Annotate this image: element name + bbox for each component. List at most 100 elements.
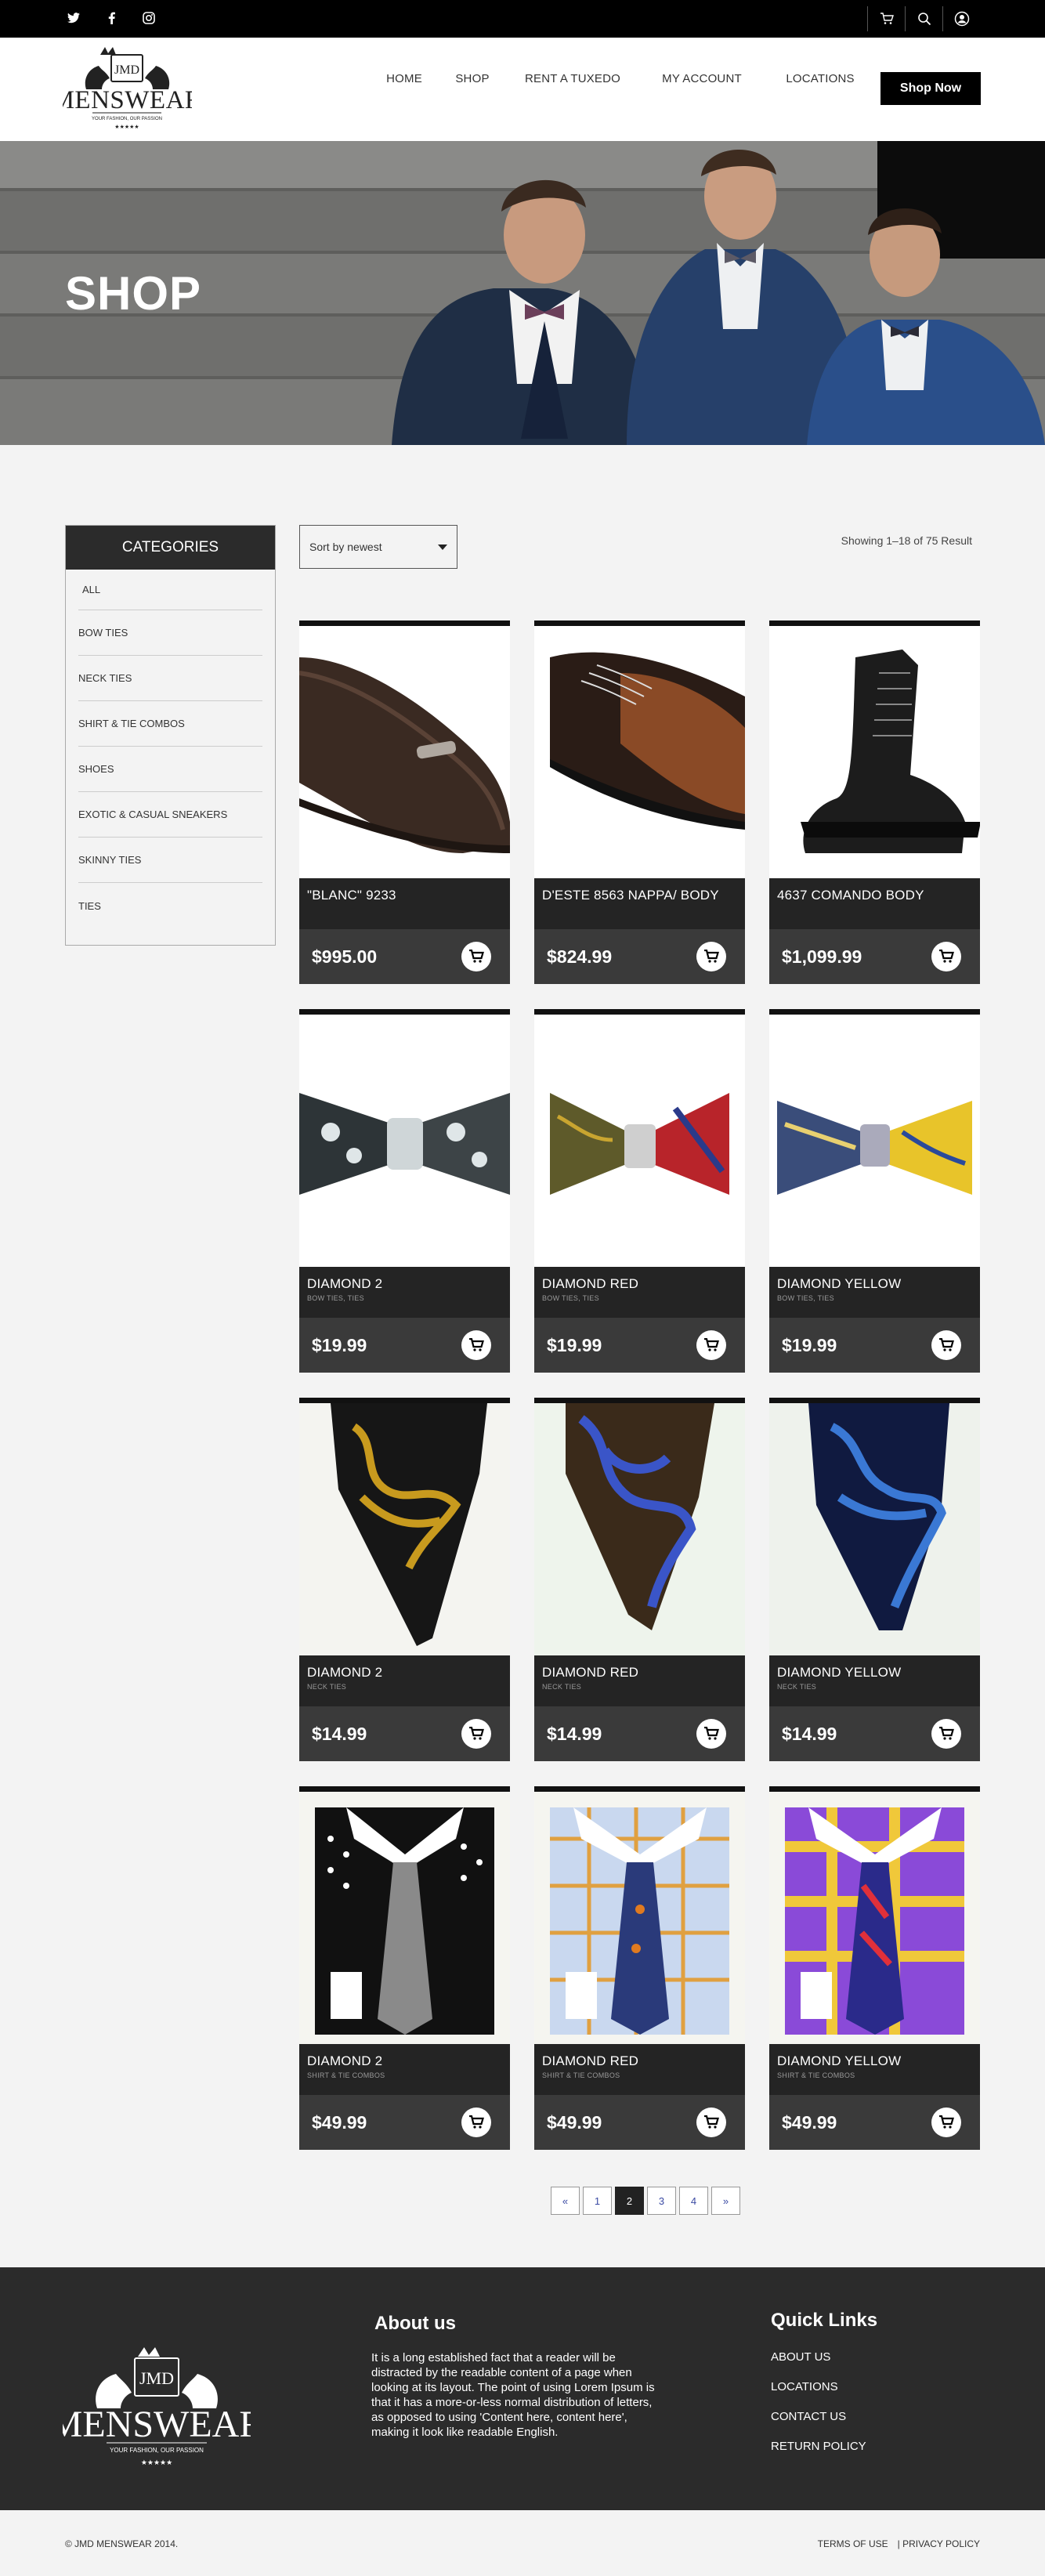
add-to-cart-icon[interactable] bbox=[931, 1330, 961, 1360]
pagination-item[interactable]: 2 bbox=[615, 2187, 644, 2215]
nav-locations[interactable]: LOCATIONS bbox=[763, 72, 877, 85]
product-name[interactable]: DIAMOND YELLOW bbox=[777, 1665, 972, 1681]
instagram-icon[interactable] bbox=[140, 9, 157, 27]
quick-link-locations[interactable]: LOCATIONS bbox=[771, 2380, 866, 2410]
product-image[interactable] bbox=[534, 1403, 745, 1655]
product-image[interactable] bbox=[769, 1792, 980, 2044]
product-category[interactable]: SHIRT & TIE COMBOS bbox=[542, 2071, 737, 2079]
product-name[interactable]: DIAMOND 2 bbox=[307, 1665, 502, 1681]
add-to-cart-icon[interactable] bbox=[696, 1330, 726, 1360]
product-category[interactable]: SHIRT & TIE COMBOS bbox=[307, 2071, 502, 2079]
pagination: «1 2 3 4» bbox=[551, 2187, 740, 2215]
product-image[interactable] bbox=[769, 1015, 980, 1267]
product-card[interactable]: DIAMOND YELLOW BOW TIES, TIES $19.99 bbox=[769, 1009, 980, 1373]
product-name[interactable]: 4637 COMANDO BODY bbox=[777, 888, 972, 903]
brand-logo[interactable]: JMD MENSWEAR YOUR FASHION, OUR PASSION ★… bbox=[52, 44, 202, 132]
add-to-cart-icon[interactable] bbox=[931, 2107, 961, 2137]
nav-rent-a-tuxedo[interactable]: RENT A TUXEDO bbox=[504, 72, 641, 85]
product-name[interactable]: DIAMOND RED bbox=[542, 1276, 737, 1292]
product-card[interactable]: DIAMOND 2 BOW TIES, TIES $19.99 bbox=[299, 1009, 510, 1373]
add-to-cart-icon[interactable] bbox=[461, 2107, 491, 2137]
product-image[interactable] bbox=[299, 1015, 510, 1267]
product-category[interactable]: SHIRT & TIE COMBOS bbox=[777, 2071, 972, 2079]
product-category[interactable]: NECK TIES bbox=[542, 1683, 737, 1691]
footer-logo[interactable]: JMD MENSWEAR YOUR FASHION, OUR PASSION ★… bbox=[49, 2343, 264, 2474]
add-to-cart-icon[interactable] bbox=[461, 1719, 491, 1749]
product-category[interactable]: BOW TIES, TIES bbox=[777, 1294, 972, 1302]
product-name[interactable]: DIAMOND YELLOW bbox=[777, 1276, 972, 1292]
pagination-item[interactable]: 4 bbox=[679, 2187, 708, 2215]
product-card[interactable]: DIAMOND RED BOW TIES, TIES $19.99 bbox=[534, 1009, 745, 1373]
add-to-cart-icon[interactable] bbox=[931, 1719, 961, 1749]
pagination-item[interactable]: 1 bbox=[583, 2187, 612, 2215]
category-shoes[interactable]: SHOES bbox=[78, 747, 262, 792]
product-card[interactable]: DIAMOND YELLOW NECK TIES $14.99 bbox=[769, 1398, 980, 1761]
product-card[interactable]: DIAMOND RED SHIRT & TIE COMBOS $49.99 bbox=[534, 1786, 745, 2150]
nav-shop[interactable]: SHOP bbox=[440, 72, 504, 85]
product-price: $19.99 bbox=[547, 1334, 602, 1355]
product-info: DIAMOND YELLOW BOW TIES, TIES bbox=[769, 1267, 980, 1318]
product-name[interactable]: DIAMOND RED bbox=[542, 2053, 737, 2069]
product-name[interactable]: D'ESTE 8563 NAPPA/ BODY bbox=[542, 888, 737, 903]
product-image[interactable] bbox=[534, 626, 745, 878]
bottom-bar: © JMD MENSWEAR 2014. TERMS OF USE | PRIV… bbox=[0, 2510, 1045, 2576]
product-image[interactable] bbox=[299, 1403, 510, 1655]
add-to-cart-icon[interactable] bbox=[696, 942, 726, 971]
quick-link-return-policy[interactable]: RETURN POLICY bbox=[771, 2440, 866, 2469]
category-shirt-tie-combos[interactable]: SHIRT & TIE COMBOS bbox=[78, 701, 262, 747]
pagination-item[interactable]: 3 bbox=[647, 2187, 676, 2215]
add-to-cart-icon[interactable] bbox=[461, 1330, 491, 1360]
add-to-cart-icon[interactable] bbox=[696, 2107, 726, 2137]
category-bow-ties[interactable]: BOW TIES bbox=[78, 610, 262, 656]
facebook-icon[interactable] bbox=[103, 9, 120, 27]
product-image[interactable] bbox=[769, 1403, 980, 1655]
product-card[interactable]: DIAMOND 2 SHIRT & TIE COMBOS $49.99 bbox=[299, 1786, 510, 2150]
product-image[interactable] bbox=[299, 1792, 510, 2044]
top-bar bbox=[0, 0, 1045, 38]
quick-link-contact-us[interactable]: CONTACT US bbox=[771, 2410, 866, 2440]
cart-icon[interactable] bbox=[867, 6, 905, 31]
product-image[interactable] bbox=[534, 1015, 745, 1267]
product-price: $19.99 bbox=[312, 1334, 367, 1355]
user-icon[interactable] bbox=[942, 6, 980, 31]
product-category[interactable]: BOW TIES, TIES bbox=[542, 1294, 737, 1302]
product-name[interactable]: DIAMOND 2 bbox=[307, 2053, 502, 2069]
product-image[interactable] bbox=[299, 626, 510, 878]
terms-of-use-link[interactable]: TERMS OF USE bbox=[818, 2538, 888, 2549]
product-name[interactable]: DIAMOND RED bbox=[542, 1665, 737, 1681]
privacy-policy-link[interactable]: | PRIVACY POLICY bbox=[898, 2538, 980, 2549]
add-to-cart-icon[interactable] bbox=[931, 942, 961, 971]
category-neck-ties[interactable]: NECK TIES bbox=[78, 656, 262, 701]
product-name[interactable]: "BLANC" 9233 bbox=[307, 888, 502, 903]
add-to-cart-icon[interactable] bbox=[461, 942, 491, 971]
product-category[interactable]: NECK TIES bbox=[777, 1683, 972, 1691]
pagination-item[interactable]: » bbox=[711, 2187, 740, 2215]
product-card[interactable]: DIAMOND RED NECK TIES $14.99 bbox=[534, 1398, 745, 1761]
product-card[interactable]: 4637 COMANDO BODY $1,099.99 bbox=[769, 620, 980, 984]
shop-now-button[interactable]: Shop Now bbox=[880, 72, 981, 105]
nav-my-account[interactable]: MY ACCOUNT bbox=[641, 72, 763, 85]
pagination-item[interactable]: « bbox=[551, 2187, 580, 2215]
product-card[interactable]: DIAMOND 2 NECK TIES $14.99 bbox=[299, 1398, 510, 1761]
category-all[interactable]: ALL bbox=[78, 570, 262, 610]
product-card[interactable]: "BLANC" 9233 $995.00 bbox=[299, 620, 510, 984]
product-card[interactable]: DIAMOND YELLOW SHIRT & TIE COMBOS $49.99 bbox=[769, 1786, 980, 2150]
add-to-cart-icon[interactable] bbox=[696, 1719, 726, 1749]
quick-link-about-us[interactable]: ABOUT US bbox=[771, 2350, 866, 2380]
category-ties[interactable]: TIES bbox=[78, 883, 262, 928]
result-count: Showing 1–18 of 75 Result bbox=[841, 534, 972, 547]
product-card[interactable]: D'ESTE 8563 NAPPA/ BODY $824.99 bbox=[534, 620, 745, 984]
category-skinny-ties[interactable]: SKINNY TIES bbox=[78, 838, 262, 883]
twitter-icon[interactable] bbox=[65, 9, 82, 27]
product-image[interactable] bbox=[534, 1792, 745, 2044]
product-image[interactable] bbox=[769, 626, 980, 878]
product-name[interactable]: DIAMOND YELLOW bbox=[777, 2053, 972, 2069]
product-category[interactable]: BOW TIES, TIES bbox=[307, 1294, 502, 1302]
category-exotic-casual-sneakers[interactable]: EXOTIC & CASUAL SNEAKERS bbox=[78, 792, 262, 838]
nav-home[interactable]: HOME bbox=[368, 72, 440, 85]
sort-select[interactable]: Sort by newest bbox=[299, 525, 457, 569]
product-category[interactable]: NECK TIES bbox=[307, 1683, 502, 1691]
product-info: D'ESTE 8563 NAPPA/ BODY bbox=[534, 878, 745, 929]
search-icon[interactable] bbox=[905, 6, 942, 31]
product-name[interactable]: DIAMOND 2 bbox=[307, 1276, 502, 1292]
